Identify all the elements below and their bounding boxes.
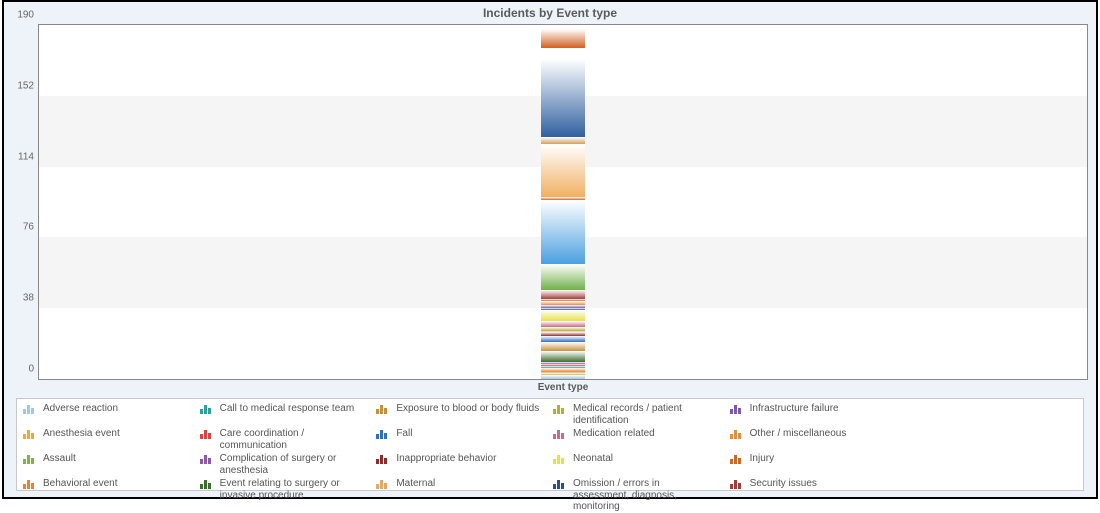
legend-label: Complication of surgery or anesthesia: [220, 453, 365, 476]
bar-chart-icon: [376, 454, 390, 464]
legend-label: Omission / errors in assessment, diagnos…: [573, 478, 718, 513]
bar-segment: [541, 200, 585, 263]
bar-chart-icon: [200, 404, 214, 414]
stacked-bar: [541, 29, 585, 379]
legend-label: Medical records / patient identification: [573, 403, 718, 426]
bar-chart-icon: [200, 429, 214, 439]
chart-frame: Incidents by Event type 03876114152190 E…: [2, 0, 1098, 499]
legend-item: Infrastructure failure: [730, 403, 901, 426]
bar-chart-icon: [200, 479, 214, 489]
bar-chart-icon: [23, 454, 37, 464]
bar-chart-icon: [376, 404, 390, 414]
legend-item: Call to medical response team: [200, 403, 371, 426]
legend-item: Medical records / patient identification: [553, 403, 724, 426]
bar-segment: [541, 290, 585, 299]
legend-item: Maternal: [376, 478, 547, 513]
bar-segment: [541, 342, 585, 351]
bar-chart-icon: [553, 429, 567, 439]
legend-item: Other / miscellaneous: [730, 428, 901, 451]
bar-segment: [541, 351, 585, 362]
legend-label: Inappropriate behavior: [396, 453, 496, 465]
legend-item: Exposure to blood or body fluids: [376, 403, 547, 426]
legend-item: Assault: [23, 453, 194, 476]
legend-item: Complication of surgery or anesthesia: [200, 453, 371, 476]
bar-segment: [541, 144, 585, 196]
legend-item: Event relating to surgery or invasive pr…: [200, 478, 371, 513]
y-tick-label: 0: [28, 364, 34, 375]
legend-label: Maternal: [396, 478, 435, 490]
legend-label: Call to medical response team: [220, 403, 355, 415]
legend-label: Behavioral event: [43, 478, 118, 490]
legend-label: Neonatal: [573, 453, 613, 465]
bar-segment: [541, 137, 585, 144]
bar-chart-icon: [553, 454, 567, 464]
bar-chart-icon: [730, 479, 744, 489]
plot-area: [38, 24, 1088, 380]
legend-label: Care coordination / communication: [220, 428, 365, 451]
bar-segment: [541, 310, 585, 321]
bar-chart-icon: [376, 429, 390, 439]
legend-label: Adverse reaction: [43, 403, 118, 415]
y-axis: 03876114152190: [8, 24, 36, 380]
y-tick-label: 38: [23, 293, 34, 304]
legend-item: Inappropriate behavior: [376, 453, 547, 476]
y-tick-label: 114: [18, 151, 34, 162]
bar-chart-icon: [23, 429, 37, 439]
bar-chart-icon: [730, 454, 744, 464]
legend-label: Event relating to surgery or invasive pr…: [220, 478, 365, 501]
bar-chart-icon: [23, 404, 37, 414]
legend-item: Neonatal: [553, 453, 724, 476]
bar-segment: [541, 375, 585, 379]
bar-chart-icon: [23, 479, 37, 489]
legend-label: Injury: [750, 453, 774, 465]
y-tick-label: 152: [17, 80, 34, 91]
bar-chart-icon: [553, 479, 567, 489]
bar-chart-icon: [730, 429, 744, 439]
legend-label: Medication related: [573, 428, 655, 440]
legend-item: Adverse reaction: [23, 403, 194, 426]
legend-label: Infrastructure failure: [750, 403, 839, 415]
bar-chart-icon: [376, 479, 390, 489]
y-tick-label: 190: [17, 10, 34, 21]
bar-segment: [541, 59, 585, 137]
legend: Adverse reaction Call to medical response…: [16, 398, 1084, 491]
chart-title: Incidents by Event type: [4, 2, 1096, 26]
legend-item: Behavioral event: [23, 478, 194, 513]
bar-segment: [541, 48, 585, 59]
legend-label: Exposure to blood or body fluids: [396, 403, 539, 415]
legend-label: Fall: [396, 428, 412, 440]
legend-label: Assault: [43, 453, 76, 465]
legend-item: Care coordination / communication: [200, 428, 371, 451]
bar-segment: [541, 264, 585, 290]
y-tick-label: 76: [23, 222, 34, 233]
bar-chart-icon: [730, 404, 744, 414]
bar-segment: [541, 29, 585, 48]
legend-item: Omission / errors in assessment, diagnos…: [553, 478, 724, 513]
legend-label: Anesthesia event: [43, 428, 120, 440]
plot-wrap: 03876114152190: [38, 24, 1088, 380]
legend-label: Other / miscellaneous: [750, 428, 847, 440]
legend-item: Injury: [730, 453, 901, 476]
bar-chart-icon: [553, 404, 567, 414]
legend-label: Security issues: [750, 478, 817, 490]
x-axis-label: Event type: [38, 382, 1088, 393]
bar-chart-icon: [200, 454, 214, 464]
legend-item: Fall: [376, 428, 547, 451]
legend-item: Anesthesia event: [23, 428, 194, 451]
legend-item: Security issues: [730, 478, 901, 513]
legend-item: Medication related: [553, 428, 724, 451]
